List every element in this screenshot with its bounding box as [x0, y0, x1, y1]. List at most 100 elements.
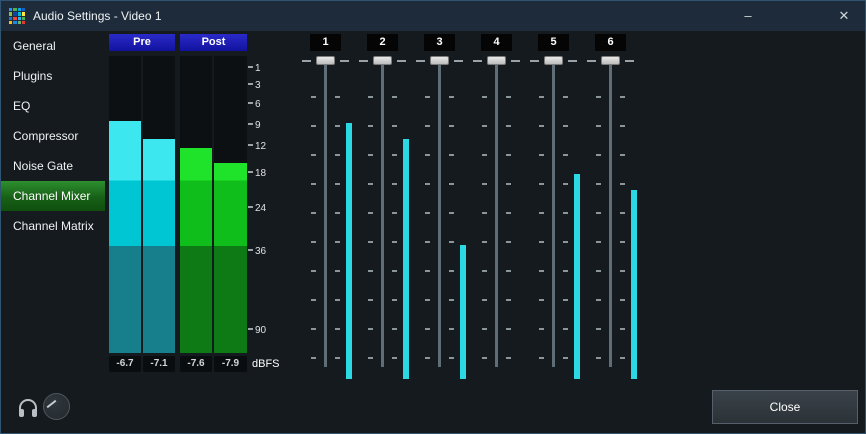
- vu-cover-pre-left: [109, 56, 141, 121]
- channel-3-meter: [460, 59, 466, 379]
- readout-post-left: -7.6: [180, 356, 212, 372]
- tick-line: [248, 102, 253, 104]
- audio-settings-window: Audio Settings - Video 1 – ✕ General Plu…: [0, 0, 866, 434]
- channel-5-label: 5: [538, 34, 569, 51]
- tick-line: [248, 144, 253, 146]
- channel-3-slider-handle[interactable]: [430, 56, 449, 65]
- scale-label: 12: [255, 141, 266, 153]
- readout-post-right: -7.9: [214, 356, 247, 372]
- sidebar-item-plugins[interactable]: Plugins: [1, 61, 105, 91]
- channel-3-slider-track[interactable]: [438, 59, 441, 367]
- scale-tick-24: 24: [248, 203, 266, 215]
- tick-line: [248, 123, 253, 125]
- sidebar-item-channel-mixer[interactable]: Channel Mixer: [1, 181, 105, 211]
- minimize-button[interactable]: –: [725, 1, 771, 31]
- slider-top-tick-left: [416, 60, 425, 62]
- channel-2-ticks-right: [392, 96, 397, 368]
- channel-6-meter-fill: [631, 190, 637, 379]
- channel-4-slider-handle[interactable]: [487, 56, 506, 65]
- channel-1-meter-fill: [346, 123, 352, 379]
- channel-3-ticks-right: [449, 96, 454, 368]
- channel-1-meter: [346, 59, 352, 379]
- slider-top-tick-left: [473, 60, 482, 62]
- vu-meter-post-right: [214, 56, 247, 353]
- channel-2-meter-fill: [403, 139, 409, 379]
- channel-2-meter: [403, 59, 409, 379]
- channel-4-meter: [517, 59, 523, 379]
- channel-1-slider-handle[interactable]: [316, 56, 335, 65]
- sidebar-item-compressor[interactable]: Compressor: [1, 121, 105, 151]
- scale-tick-3: 3: [248, 80, 261, 92]
- scale-label: 90: [255, 325, 266, 337]
- vu-meter-pre-left: [109, 56, 141, 353]
- channel-strip-5: 5: [525, 31, 582, 391]
- channel-1-ticks-left: [311, 96, 316, 368]
- headphones-volume-knob[interactable]: [43, 393, 70, 420]
- channel-3-meter-fill: [460, 245, 466, 379]
- channel-4-slider-track[interactable]: [495, 59, 498, 367]
- readout-pre-left: -6.7: [109, 356, 141, 372]
- vu-cover-post-left: [180, 56, 212, 148]
- scale-tick-1: 1: [248, 63, 261, 75]
- channel-5-ticks-left: [539, 96, 544, 368]
- close-window-button[interactable]: ✕: [821, 1, 866, 31]
- vu-cover-pre-right: [143, 56, 175, 139]
- scale-label: 1: [255, 63, 261, 75]
- sidebar-item-channel-matrix[interactable]: Channel Matrix: [1, 211, 105, 241]
- tick-line: [248, 249, 253, 251]
- channel-6-meter: [631, 59, 637, 379]
- channel-2-slider-track[interactable]: [381, 59, 384, 367]
- scale-tick-9: 9: [248, 120, 261, 132]
- scale-label: 3: [255, 80, 261, 92]
- channel-strip-2: 2: [354, 31, 411, 391]
- post-meter-header: Post: [180, 34, 247, 51]
- channel-strip-3: 3: [411, 31, 468, 391]
- sidebar-item-general[interactable]: General: [1, 31, 105, 61]
- vu-meter-pre-right: [143, 56, 175, 353]
- window-title: Audio Settings - Video 1: [33, 1, 162, 31]
- headphones-icon[interactable]: [16, 396, 40, 420]
- channel-strip-1: 1: [297, 31, 354, 391]
- close-button[interactable]: Close: [712, 390, 858, 424]
- channel-1-slider-track[interactable]: [324, 59, 327, 367]
- pre-meter-header: Pre: [109, 34, 175, 51]
- sidebar-item-noise-gate[interactable]: Noise Gate: [1, 151, 105, 181]
- title-bar: Audio Settings - Video 1 – ✕: [1, 1, 866, 31]
- sidebar-item-eq[interactable]: EQ: [1, 91, 105, 121]
- channel-5-slider-handle[interactable]: [544, 56, 563, 65]
- channel-6-slider-track[interactable]: [609, 59, 612, 367]
- channel-2-label: 2: [367, 34, 398, 51]
- dbfs-unit-label: dBFS: [252, 356, 280, 372]
- channel-6-label: 6: [595, 34, 626, 51]
- scale-tick-18: 18: [248, 168, 266, 180]
- scale-label: 18: [255, 168, 266, 180]
- settings-sidebar: General Plugins EQ Compressor Noise Gate…: [1, 31, 105, 433]
- channel-2-ticks-left: [368, 96, 373, 368]
- channel-strip-4: 4: [468, 31, 525, 391]
- channel-4-ticks-right: [506, 96, 511, 368]
- scale-label: 9: [255, 120, 261, 132]
- tick-line: [248, 206, 253, 208]
- tick-line: [248, 83, 253, 85]
- scale-tick-6: 6: [248, 99, 261, 111]
- channel-6-slider-handle[interactable]: [601, 56, 620, 65]
- slider-top-tick-left: [359, 60, 368, 62]
- slider-top-tick-left: [530, 60, 539, 62]
- tick-line: [248, 328, 253, 330]
- channel-6-ticks-right: [620, 96, 625, 368]
- tick-line: [248, 66, 253, 68]
- scale-label: 24: [255, 203, 266, 215]
- channel-5-slider-track[interactable]: [552, 59, 555, 367]
- vu-meter-post-left: [180, 56, 212, 353]
- channel-4-label: 4: [481, 34, 512, 51]
- channel-5-meter-fill: [574, 174, 580, 379]
- channel-5-meter: [574, 59, 580, 379]
- scale-tick-36: 36: [248, 246, 266, 258]
- tick-line: [248, 171, 253, 173]
- scale-tick-12: 12: [248, 141, 266, 153]
- channel-3-ticks-left: [425, 96, 430, 368]
- slider-top-tick-left: [587, 60, 596, 62]
- channel-1-ticks-right: [335, 96, 340, 368]
- channel-4-ticks-left: [482, 96, 487, 368]
- channel-2-slider-handle[interactable]: [373, 56, 392, 65]
